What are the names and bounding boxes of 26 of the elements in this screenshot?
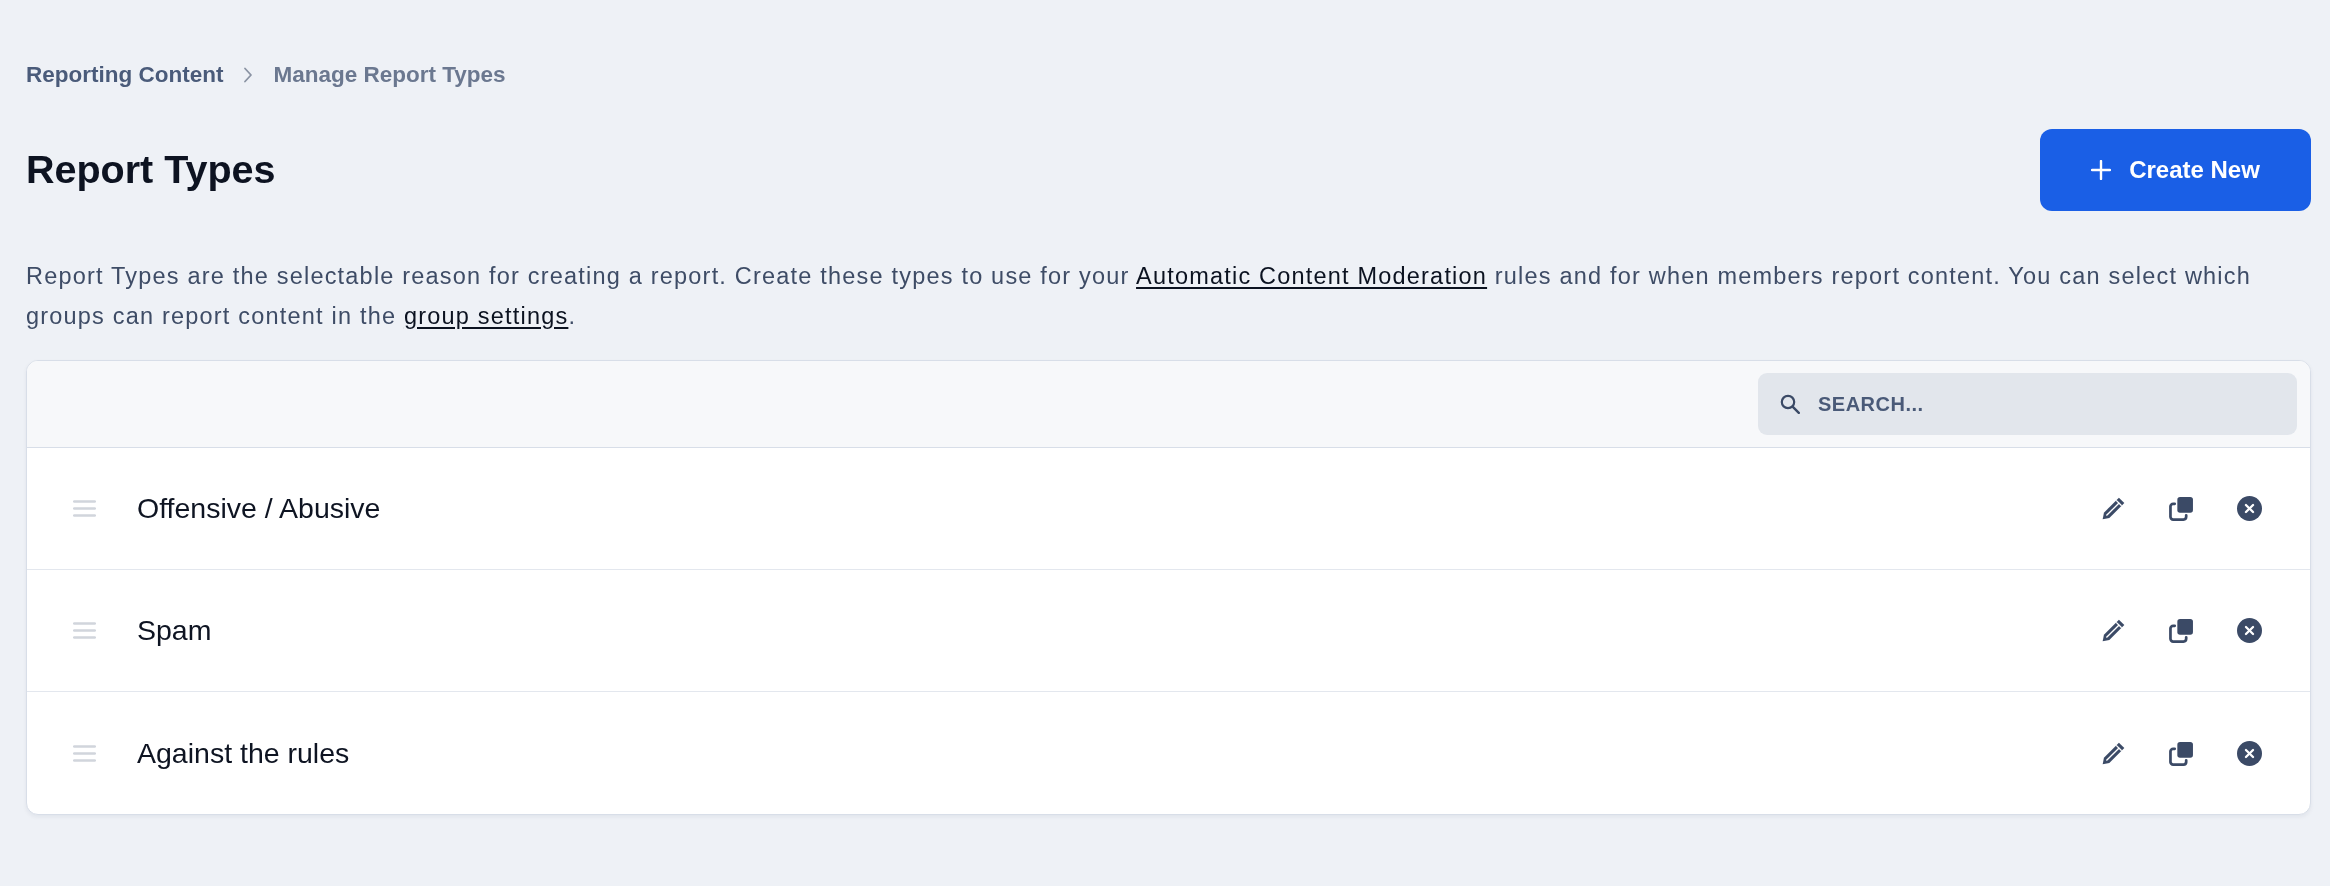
drag-handle-icon[interactable] <box>73 622 96 639</box>
description-text: Report Types are the selectable reason for creating a report. Create these types to use for your Automatic Content Moderation rules and for when members report content. You can select which groups can report content in the group settings. <box>26 262 2252 331</box>
breadcrumb-current: Manage Report Types <box>273 61 506 90</box>
pencil-icon[interactable] <box>2101 496 2126 521</box>
page-title: Report Types <box>26 146 276 194</box>
breadcrumb-link[interactable]: Reporting Content <box>26 58 224 92</box>
pencil-icon[interactable] <box>2101 740 2126 766</box>
create-new-button[interactable]: Create New <box>2040 129 2311 211</box>
report-type-name: Spam <box>137 613 212 649</box>
search-field[interactable]: SEARCH... <box>1758 373 2297 435</box>
plus-icon <box>2091 160 2112 180</box>
inline-link[interactable]: Automatic Content Moderation <box>1136 263 1488 289</box>
delete-icon[interactable] <box>2237 496 2262 521</box>
copy-icon[interactable] <box>2169 740 2194 766</box>
chevron-right-icon <box>243 67 254 83</box>
report-type-name: Against the rules <box>137 735 350 771</box>
search-icon <box>1780 394 1800 414</box>
delete-icon[interactable] <box>2237 740 2262 766</box>
report-type-name: Offensive / Abusive <box>137 491 381 527</box>
inline-link[interactable]: group settings <box>403 303 569 329</box>
copy-icon[interactable] <box>2169 618 2194 643</box>
pencil-icon[interactable] <box>2101 618 2126 643</box>
delete-icon[interactable] <box>2237 618 2262 643</box>
drag-handle-icon[interactable] <box>73 500 96 517</box>
copy-icon[interactable] <box>2169 496 2194 521</box>
drag-handle-icon[interactable] <box>73 744 96 762</box>
